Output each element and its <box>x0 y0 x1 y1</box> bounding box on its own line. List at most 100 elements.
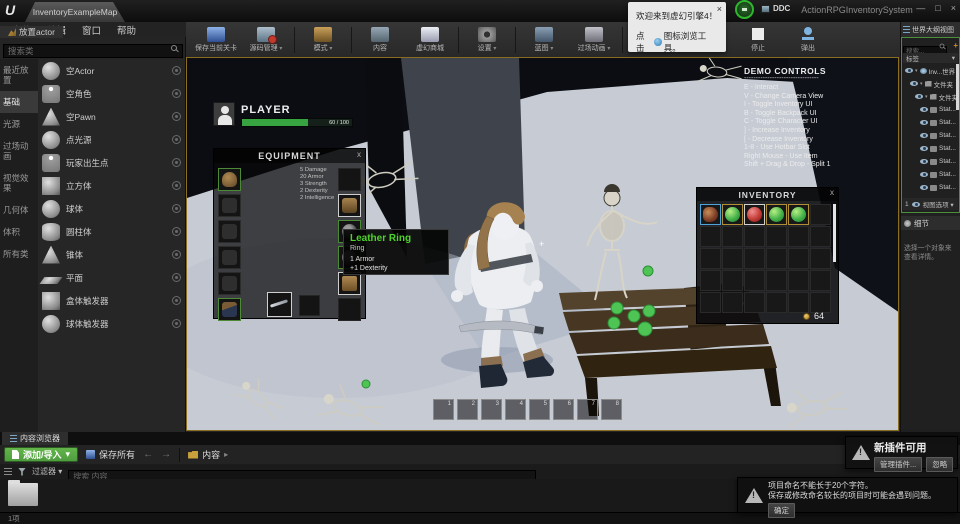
place-actor-item[interactable]: 球体触发器 <box>38 312 185 335</box>
inventory-slot[interactable] <box>788 248 809 269</box>
visibility-eye-icon[interactable] <box>920 133 928 138</box>
place-actor-item[interactable]: 盒体触发器 <box>38 289 185 312</box>
drag-handle-icon[interactable] <box>172 319 181 328</box>
category-item[interactable]: 所有类 <box>0 243 38 265</box>
category-item[interactable]: 光源 <box>0 113 38 135</box>
inventory-close-icon[interactable]: x <box>830 188 834 197</box>
inventory-slot[interactable] <box>810 270 831 291</box>
place-actor-item[interactable]: 立方体 <box>38 174 185 197</box>
inventory-slot[interactable] <box>744 248 765 269</box>
outliner-row[interactable]: Stat... <box>903 168 958 181</box>
equipment-close-icon[interactable]: x <box>357 150 361 159</box>
menu-item[interactable]: 窗口 <box>74 23 109 37</box>
back-button[interactable]: ← <box>143 449 153 460</box>
outliner-scrollbar[interactable] <box>956 64 959 110</box>
toolbar-modes-button[interactable]: 模式 ▾ <box>299 23 347 56</box>
toolbar-cinematics-button[interactable]: 过场动画 ▾ <box>570 23 618 56</box>
drag-handle-icon[interactable] <box>172 158 181 167</box>
place-actor-item[interactable]: 圆柱体 <box>38 220 185 243</box>
equipment-slot-cloak[interactable] <box>338 168 361 191</box>
equipment-slot-boots[interactable] <box>218 298 241 321</box>
tutorial-icon[interactable] <box>735 0 754 19</box>
inventory-slot[interactable] <box>700 226 721 247</box>
place-actor-item[interactable]: 空Actor <box>38 59 185 82</box>
toolbar-content-button[interactable]: 内容 <box>356 23 404 56</box>
expand-arrow-icon[interactable]: ▾ <box>925 94 928 100</box>
visibility-eye-icon[interactable] <box>920 107 928 112</box>
category-item[interactable]: 最近放置 <box>0 59 38 91</box>
place-actor-item[interactable]: 平面 <box>38 266 185 289</box>
place-actor-item[interactable]: 空Pawn <box>38 105 185 128</box>
drag-handle-icon[interactable] <box>172 112 181 121</box>
toolbar-blueprints-button[interactable]: 蓝图 ▾ <box>520 23 568 56</box>
inventory-slot[interactable] <box>788 270 809 291</box>
inventory-slot[interactable] <box>722 248 743 269</box>
toolbar-stop-button[interactable]: 停止 <box>734 23 782 56</box>
breadcrumb[interactable]: 内容 ▸ <box>188 448 228 461</box>
outliner-row[interactable]: Stat... <box>903 129 958 142</box>
game-viewport[interactable]: + PLAYER 60 / 100 EQUIPMENT x 5 Damage20… <box>186 57 899 431</box>
inventory-slot[interactable] <box>788 204 809 225</box>
outliner-row[interactable]: ▾文件夹 <box>903 77 958 90</box>
equipment-slot-backpack[interactable] <box>338 194 361 217</box>
toolbar-source-control-button[interactable]: 源码管理 ▾ <box>242 23 290 56</box>
toolbar-eject-button[interactable]: 弹出 <box>784 23 832 56</box>
category-item[interactable]: 几何体 <box>0 199 38 221</box>
maximize-button[interactable]: □ <box>935 3 940 13</box>
category-item[interactable]: 过场动画 <box>0 135 38 167</box>
place-actor-item[interactable]: 点光源 <box>38 128 185 151</box>
drag-handle-icon[interactable] <box>172 135 181 144</box>
visibility-eye-icon[interactable] <box>915 94 923 99</box>
place-actor-item[interactable]: 空角色 <box>38 82 185 105</box>
inventory-slot[interactable] <box>810 226 831 247</box>
inventory-slot[interactable] <box>744 204 765 225</box>
inventory-slot[interactable] <box>766 248 787 269</box>
ok-button[interactable]: 确定 <box>768 503 795 518</box>
inventory-slot[interactable] <box>744 270 765 291</box>
ue-logo-icon[interactable]: U <box>5 2 15 18</box>
toolbar-save-button[interactable]: 保存当前关卡 <box>192 23 240 56</box>
close-button[interactable]: × <box>951 3 956 13</box>
outliner-row[interactable]: ▾Inv...世界 <box>903 64 958 77</box>
place-actor-item[interactable]: 锥体 <box>38 243 185 266</box>
equipment-slot-gloves[interactable] <box>218 246 241 269</box>
inventory-slot[interactable] <box>700 248 721 269</box>
menu-item[interactable]: 帮助 <box>109 23 144 37</box>
outliner-row[interactable]: Stat... <box>903 116 958 129</box>
inventory-slot[interactable] <box>744 226 765 247</box>
level-tab[interactable]: InventoryExampleMap <box>25 2 125 22</box>
manage-plugins-button[interactable]: 管理插件... <box>874 457 922 472</box>
inventory-scrollbar[interactable] <box>833 204 836 262</box>
content-browser-tab[interactable]: 内容浏览器 <box>2 432 68 445</box>
drag-handle-icon[interactable] <box>172 89 181 98</box>
visibility-eye-icon[interactable] <box>920 185 928 190</box>
inventory-slot[interactable] <box>788 226 809 247</box>
toolbar-settings-button[interactable]: 设置 ▾ <box>463 23 511 56</box>
hotbar-slot-7[interactable]: 7 <box>577 399 598 420</box>
expand-arrow-icon[interactable]: ▾ <box>915 68 918 74</box>
inventory-slot[interactable] <box>766 226 787 247</box>
inventory-slot[interactable] <box>722 204 743 225</box>
toolbar-marketplace-button[interactable]: 虚幻商城 <box>406 23 454 56</box>
hotbar-slot-3[interactable]: 3 <box>481 399 502 420</box>
hotbar-slot-1[interactable]: 1 <box>433 399 454 420</box>
equipment-slot-chest[interactable] <box>218 220 241 243</box>
equipment-slot-shoulder[interactable] <box>218 194 241 217</box>
visibility-eye-icon[interactable] <box>920 172 928 177</box>
forward-button[interactable]: → <box>161 449 171 460</box>
inventory-slot[interactable] <box>700 204 721 225</box>
world-outliner-tab[interactable]: 世界大纲视图 <box>901 22 960 37</box>
drag-handle-icon[interactable] <box>172 66 181 75</box>
inventory-slot[interactable] <box>722 226 743 247</box>
drag-handle-icon[interactable] <box>172 227 181 236</box>
category-item[interactable]: 体积 <box>0 221 38 243</box>
place-actors-tab[interactable]: 放置actor <box>0 26 63 38</box>
details-tab[interactable]: 细节 <box>901 216 960 230</box>
outliner-column-header[interactable]: 标签 ▾ <box>903 53 958 63</box>
inventory-slot[interactable] <box>766 204 787 225</box>
drag-handle-icon[interactable] <box>172 181 181 190</box>
visibility-eye-icon[interactable] <box>905 68 913 73</box>
equipment-slot-shield[interactable] <box>299 295 320 316</box>
outliner-row[interactable]: ▾文件夹 <box>903 90 958 103</box>
folder-item[interactable] <box>8 483 38 506</box>
